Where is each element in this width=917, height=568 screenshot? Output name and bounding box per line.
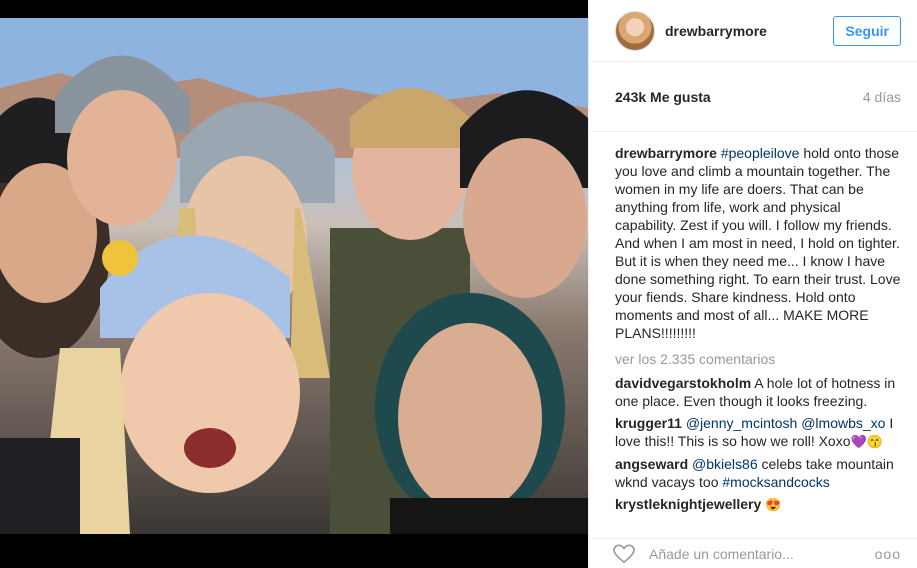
likes-row: 243k Me gusta 4 días: [589, 62, 917, 132]
header-username[interactable]: drewbarrymore: [665, 23, 833, 39]
comments-section: drewbarrymore #peopleilove hold onto tho…: [589, 132, 917, 514]
post-photo: [0, 18, 588, 534]
post-header: drewbarrymore Seguir: [589, 0, 917, 62]
comment-item: krystleknightjewellery 😍: [615, 495, 901, 514]
follow-button[interactable]: Seguir: [833, 15, 901, 46]
post-age[interactable]: 4 días: [863, 89, 901, 105]
caption-username[interactable]: drewbarrymore: [615, 145, 717, 161]
comment-hashtag[interactable]: #mocksandcocks: [722, 474, 829, 490]
comment-mention[interactable]: @bkiels86: [692, 456, 758, 472]
comment-item: davidvegarstokholm A hole lot of hotness…: [615, 374, 901, 410]
comment-mention[interactable]: @lmowbs_xo: [801, 415, 885, 431]
add-comment-input[interactable]: Añade un comentario...: [649, 546, 875, 562]
comment-item: krugger11 @jenny_mcintosh @lmowbs_xo I l…: [615, 414, 901, 451]
emoji-icon: 😍: [765, 497, 782, 512]
comment-username[interactable]: krystleknightjewellery: [615, 496, 761, 512]
caption-hashtag[interactable]: #peopleilove: [721, 145, 800, 161]
caption-text: hold onto those you love and climb a mou…: [615, 145, 901, 341]
avatar[interactable]: [615, 10, 655, 51]
comment-username[interactable]: angseward: [615, 456, 688, 472]
heart-icon[interactable]: [613, 544, 635, 564]
caption: drewbarrymore #peopleilove hold onto tho…: [615, 144, 901, 342]
comment-bar: Añade un comentario... ooo: [589, 538, 917, 568]
view-all-comments-link[interactable]: ver los 2.335 comentarios: [615, 350, 901, 368]
comment-username[interactable]: davidvegarstokholm: [615, 375, 751, 391]
post-sidebar: drewbarrymore Seguir 243k Me gusta 4 día…: [588, 0, 917, 568]
more-options-icon[interactable]: ooo: [875, 546, 901, 562]
emoji-icon: 💜😙: [850, 434, 883, 449]
comment-mention[interactable]: @jenny_mcintosh: [686, 415, 798, 431]
comment-username[interactable]: krugger11: [615, 415, 682, 431]
comment-item: angseward @bkiels86 celebs take mountain…: [615, 455, 901, 491]
group-selfie-image: [0, 18, 588, 534]
likes-count[interactable]: 243k Me gusta: [615, 89, 711, 105]
